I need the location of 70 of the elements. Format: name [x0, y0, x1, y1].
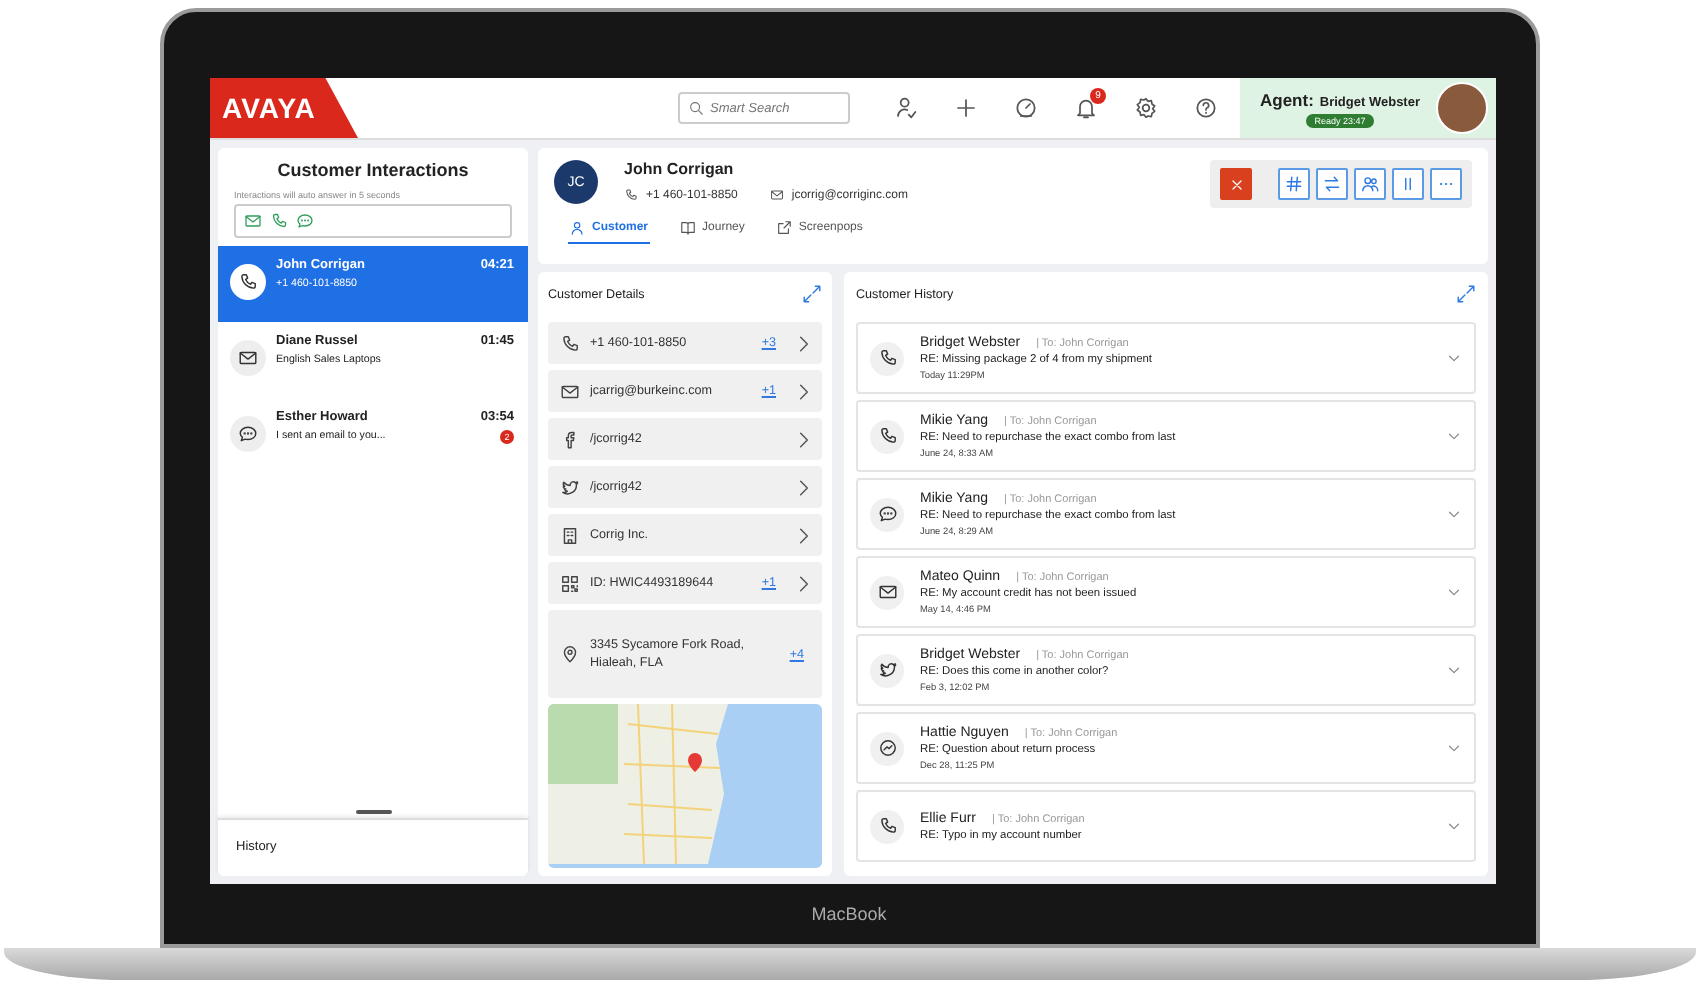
bell-icon	[1074, 96, 1098, 120]
chevron-down-icon	[1446, 662, 1462, 678]
building-icon	[560, 525, 580, 545]
phone-icon	[877, 426, 897, 446]
swap-arrows-icon	[1322, 174, 1342, 194]
gauge-icon	[1014, 96, 1038, 120]
person-icon	[570, 220, 586, 236]
more-button[interactable]	[1430, 168, 1462, 200]
keypad-button[interactable]	[1278, 168, 1310, 200]
close-icon	[1227, 175, 1245, 193]
people-icon	[1360, 174, 1380, 194]
phone-icon	[560, 333, 580, 353]
panel-title: Customer Interactions	[275, 160, 471, 180]
agent-label: Agent:	[1259, 89, 1314, 109]
qr-code-icon	[560, 573, 580, 593]
phone-icon	[877, 348, 897, 368]
chat-bubble-icon	[877, 504, 897, 524]
envelope-icon	[769, 188, 784, 202]
envelope-icon	[244, 212, 262, 230]
avatar	[1436, 82, 1488, 134]
add-button[interactable]	[954, 96, 978, 120]
chevron-down-icon	[1446, 350, 1462, 366]
chevron-down-icon	[1446, 506, 1462, 522]
phone-icon	[270, 212, 288, 230]
envelope-icon	[877, 582, 897, 602]
person-check-button[interactable]	[894, 96, 918, 120]
bird-icon	[560, 477, 580, 497]
expand-button[interactable]	[802, 284, 822, 304]
chevron-right-icon	[794, 525, 814, 545]
envelope-icon	[560, 381, 580, 401]
plus-icon	[954, 96, 978, 120]
phone-icon	[624, 188, 638, 202]
hold-button[interactable]	[1392, 168, 1424, 200]
external-link-icon	[776, 220, 793, 236]
hash-icon	[1284, 174, 1304, 194]
person-check-icon	[894, 96, 918, 120]
chat-bubble-icon	[296, 212, 314, 230]
chat-bubble-icon	[238, 424, 258, 444]
settings-button[interactable]	[1134, 96, 1158, 120]
laptop-label: MacBook	[811, 904, 887, 924]
chevron-right-icon	[794, 429, 814, 449]
chevron-right-icon	[794, 381, 814, 401]
chevron-down-icon	[1446, 584, 1462, 600]
bird-icon	[877, 660, 897, 680]
contact-name: John Corrigan	[624, 160, 736, 178]
phone-icon	[877, 816, 897, 836]
envelope-icon	[238, 348, 258, 368]
drag-handle[interactable]	[355, 810, 391, 814]
phone-icon	[238, 272, 258, 292]
messenger-icon	[877, 738, 897, 758]
gauge-button[interactable]	[1014, 96, 1038, 120]
help-icon	[1194, 96, 1218, 120]
chevron-down-icon	[1446, 740, 1462, 756]
book-icon	[680, 220, 697, 236]
expand-icon	[1456, 284, 1476, 304]
expand-icon	[802, 284, 822, 304]
chevron-right-icon	[794, 477, 814, 497]
chevron-down-icon	[1446, 428, 1462, 444]
conference-button[interactable]	[1354, 168, 1386, 200]
transfer-button[interactable]	[1316, 168, 1348, 200]
expand-button[interactable]	[1456, 284, 1476, 304]
chevron-right-icon	[794, 573, 814, 593]
chevron-right-icon	[794, 333, 814, 353]
facebook-icon	[560, 429, 580, 449]
settings-icon	[1134, 96, 1158, 120]
chevron-down-icon	[1446, 818, 1462, 834]
logo: AVAYA	[210, 78, 358, 138]
search-icon	[688, 100, 704, 116]
help-button[interactable]	[1194, 96, 1218, 120]
location-pin-icon	[560, 644, 580, 664]
